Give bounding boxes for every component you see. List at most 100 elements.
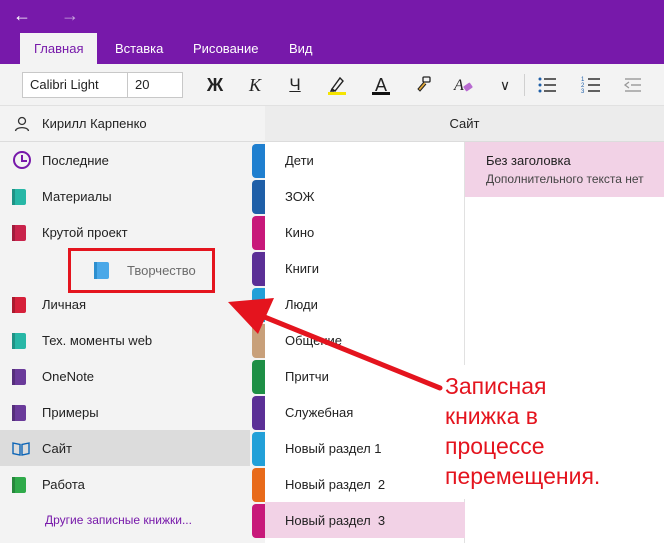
outdent-icon[interactable] (618, 72, 648, 98)
page-title: Без заголовка (486, 153, 571, 168)
section-label: Служебная (285, 405, 354, 420)
section-item[interactable]: Люди (265, 286, 465, 322)
section-label: Книги (285, 261, 320, 276)
section-label: Люди (285, 297, 318, 312)
notebook-icon (12, 333, 26, 349)
section-label: Новый раздел 3 (285, 513, 386, 528)
annotation-line: перемещения. (445, 463, 601, 489)
section-tab-strip (252, 432, 265, 466)
section-item[interactable]: Книги (265, 250, 465, 286)
formatting-toolbar: Calibri Light 20 Ж К Ч A A ∨ 123 (0, 64, 664, 106)
notebook-label: OneNote (42, 369, 95, 384)
notebook-icon (12, 369, 26, 385)
section-item[interactable]: Притчи (265, 358, 465, 394)
tab-view[interactable]: Вид (275, 33, 327, 64)
tab-draw[interactable]: Рисование (179, 33, 272, 64)
section-tab-strip (252, 396, 265, 430)
annotation-text: Записная книжка в процессе перемещения. (445, 371, 600, 491)
notebook-label: Работа (42, 477, 85, 492)
italic-button[interactable]: К (240, 72, 270, 98)
section-label: Кино (285, 225, 315, 240)
annotation-line: Записная (445, 373, 547, 399)
section-item[interactable]: Новый раздел 2 (265, 466, 465, 502)
notebook-icon (94, 262, 109, 279)
back-button[interactable]: ← (8, 3, 36, 27)
annotation-callout: Записная книжка в процессе перемещения. (441, 365, 629, 499)
dragging-notebook[interactable]: Творчество (68, 248, 215, 293)
section-tab-strip (252, 468, 265, 502)
user-account[interactable]: Кирилл Карпенко (0, 106, 265, 142)
notebook-icon (12, 189, 26, 205)
section-label: ЗОЖ (285, 189, 315, 204)
highlighter-icon[interactable] (322, 72, 352, 98)
section-label: Дети (285, 153, 314, 168)
section-label: Новый раздел 2 (285, 477, 386, 492)
svg-text:A: A (453, 77, 464, 94)
notebook-label: Личная (42, 297, 87, 312)
section-tab-strip (252, 180, 265, 214)
more-notebooks-link[interactable]: Другие записные книжки... (45, 513, 192, 527)
bullets-icon[interactable] (532, 72, 562, 98)
font-size-field[interactable]: 20 (127, 72, 183, 98)
bold-button[interactable]: Ж (200, 72, 230, 98)
annotation-line: процессе (445, 433, 545, 459)
font-name-field[interactable]: Calibri Light (22, 72, 128, 98)
notebook-item-web-tech[interactable]: Тех. моменты web (0, 322, 250, 358)
notebook-header: Сайт (265, 106, 664, 142)
page-preview: Дополнительного текста нет (486, 172, 644, 186)
notebook-icon (12, 405, 26, 421)
notebook-label: Тех. моменты web (42, 333, 153, 348)
notebook-label: Сайт (42, 441, 72, 456)
notebook-item-recent[interactable]: Последние (0, 142, 250, 178)
section-label: Новый раздел 1 (285, 441, 382, 456)
toolbar-divider (524, 74, 525, 96)
section-label: Общение (285, 333, 343, 348)
section-item[interactable]: Дети (265, 142, 465, 178)
section-tab-strip (252, 144, 265, 178)
clock-icon (13, 151, 31, 169)
section-item-selected[interactable]: Новый раздел 3 (265, 502, 465, 538)
notebook-item-materials[interactable]: Материалы (0, 178, 250, 214)
more-chevron-icon[interactable]: ∨ (490, 72, 520, 98)
user-name: Кирилл Карпенко (42, 116, 147, 131)
book-open-icon (12, 442, 30, 456)
notebook-item-cool-project[interactable]: Крутой проект (0, 214, 250, 250)
section-item[interactable]: Кино (265, 214, 465, 250)
section-item[interactable]: Новый раздел 1 (265, 430, 465, 466)
page-item[interactable]: Без заголовка Дополнительного текста нет (465, 142, 664, 197)
format-painter-icon[interactable] (408, 72, 438, 98)
title-bar: ← → (0, 0, 664, 30)
font-color-button[interactable]: A (366, 72, 396, 98)
notebook-icon (12, 477, 26, 493)
dragging-notebook-label: Творчество (127, 263, 196, 278)
notebook-item-work[interactable]: Работа (0, 466, 250, 502)
notebook-item-examples[interactable]: Примеры (0, 394, 250, 430)
section-tab-strip (252, 324, 265, 358)
underline-button[interactable]: Ч (280, 72, 310, 98)
forward-button[interactable]: → (56, 3, 84, 27)
section-tab-strip (252, 360, 265, 394)
section-tab-strip (252, 252, 265, 286)
clear-format-icon[interactable]: A (448, 72, 478, 98)
notebook-label: Материалы (42, 189, 112, 204)
section-label: Притчи (285, 369, 329, 384)
tab-home[interactable]: Главная (20, 33, 98, 64)
tab-insert[interactable]: Вставка (101, 33, 177, 64)
notebook-label: Последние (42, 153, 109, 168)
notebook-item-onenote[interactable]: OneNote (0, 358, 250, 394)
notebook-icon (12, 225, 26, 241)
section-tab-strip (252, 504, 265, 538)
ribbon-tabs: Главная Вставка Рисование Вид (0, 30, 664, 64)
notebook-icon (12, 297, 26, 313)
notebook-label: Крутой проект (42, 225, 128, 240)
section-tab-strip (252, 288, 265, 322)
numbering-icon[interactable]: 123 (576, 72, 606, 98)
section-item[interactable]: Общение (265, 322, 465, 358)
annotation-line: книжка в (445, 403, 538, 429)
person-icon (14, 116, 30, 132)
notebook-title: Сайт (449, 116, 480, 131)
section-item[interactable]: ЗОЖ (265, 178, 465, 214)
section-item[interactable]: Служебная (265, 394, 465, 430)
notebook-label: Примеры (42, 405, 99, 420)
notebook-item-site[interactable]: Сайт (0, 430, 250, 466)
